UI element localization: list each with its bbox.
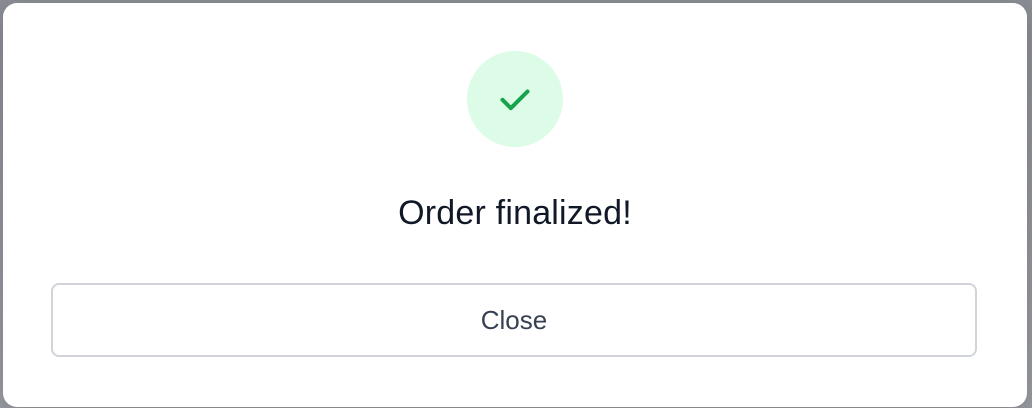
dialog-title: Order finalized! bbox=[398, 194, 632, 232]
order-finalized-dialog: Order finalized! Close bbox=[3, 3, 1027, 407]
success-icon-circle bbox=[467, 51, 563, 147]
check-icon bbox=[500, 89, 530, 111]
close-button[interactable]: Close bbox=[51, 283, 977, 357]
